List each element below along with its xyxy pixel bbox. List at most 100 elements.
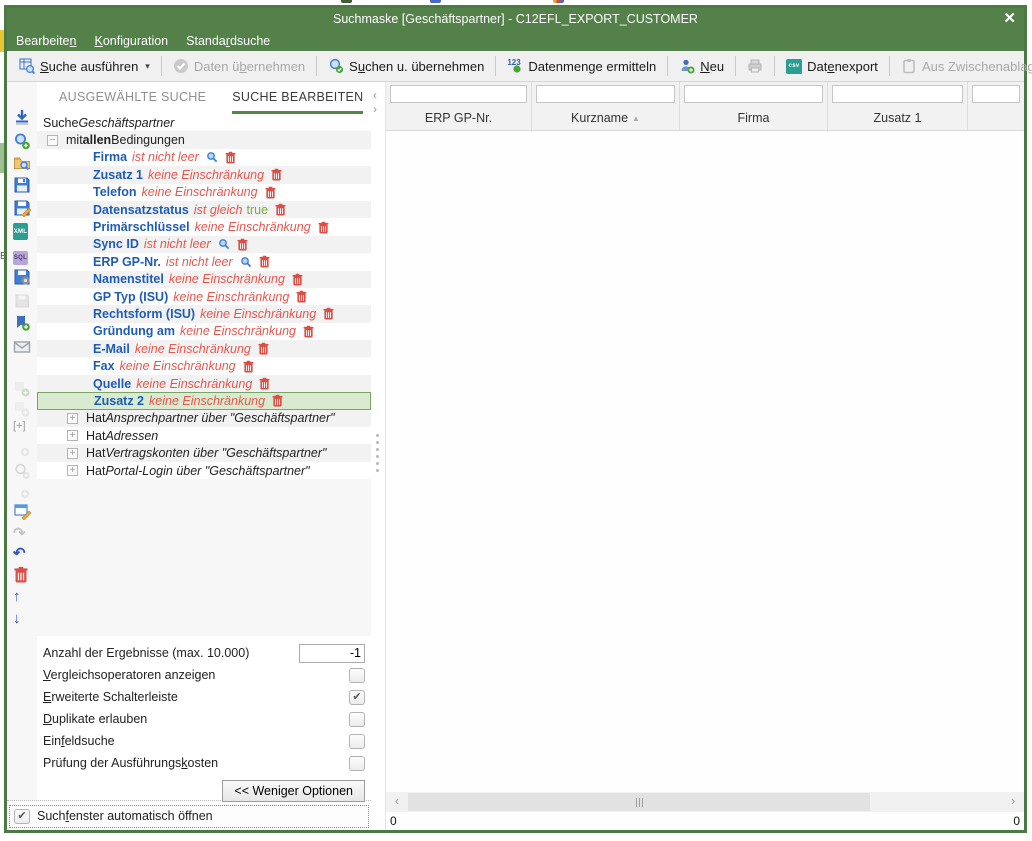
- expand-icon[interactable]: +: [67, 430, 78, 441]
- option-execution-cost-check[interactable]: Prüfung der Ausführungskosten: [43, 752, 365, 774]
- magnifier-icon[interactable]: [218, 238, 230, 250]
- add-circle2-icon[interactable]: [13, 484, 31, 502]
- checkbox-compare-operators[interactable]: [349, 668, 365, 683]
- add-condition-icon[interactable]: [13, 380, 31, 398]
- email-icon[interactable]: [13, 338, 31, 356]
- tree-row-condition[interactable]: Primärschlüsselkeine Einschränkung: [37, 218, 371, 235]
- option-single-field-search[interactable]: Einfeldsuche: [43, 730, 365, 752]
- delete-icon[interactable]: [296, 290, 307, 303]
- scroll-right-icon[interactable]: ›: [1002, 792, 1024, 812]
- filter-input-extra[interactable]: [972, 85, 1020, 103]
- magnifier-icon[interactable]: [240, 256, 252, 268]
- sql-icon[interactable]: SQL: [13, 248, 31, 266]
- scroll-left-icon[interactable]: ‹: [386, 792, 408, 812]
- move-down-icon[interactable]: ↓: [13, 610, 31, 628]
- panel-splitter[interactable]: ‹ ›: [371, 82, 385, 830]
- option-allow-duplicates[interactable]: Duplikate erlauben: [43, 708, 365, 730]
- checkbox-single-field-search[interactable]: [349, 734, 365, 749]
- tree-row-condition[interactable]: Datensatzstatusist gleichtrue: [37, 201, 371, 218]
- search-and-take-button[interactable]: Suchen u. übernehmen: [320, 55, 492, 77]
- tree-row-link[interactable]: + Hat Adressen: [37, 427, 371, 444]
- tree-row-link[interactable]: + Hat Ansprechpartner über "Geschäftspar…: [37, 410, 371, 427]
- checkbox-allow-duplicates[interactable]: [349, 712, 365, 727]
- tree-row-condition[interactable]: Zusatz 1keine Einschränkung: [37, 166, 371, 183]
- tree-row-condition[interactable]: Faxkeine Einschränkung: [37, 357, 371, 374]
- edit-condition-icon[interactable]: [13, 502, 31, 520]
- tree-row-root[interactable]: Suche Geschäftspartner: [37, 114, 371, 131]
- expand-icon[interactable]: +: [67, 465, 78, 476]
- title-bar[interactable]: Suchmaske [Geschäftspartner] - C12EFL_EX…: [7, 8, 1024, 30]
- menu-bearbeiten[interactable]: Bearbeiten: [16, 34, 76, 48]
- new-button[interactable]: Neu: [671, 55, 732, 77]
- auto-open-option[interactable]: ✔ Suchfenster automatisch öffnen: [9, 805, 369, 828]
- delete-icon[interactable]: [303, 325, 314, 338]
- tree-row-condition[interactable]: Gründung amkeine Einschränkung: [37, 323, 371, 340]
- save-search-icon[interactable]: [13, 176, 31, 194]
- tab-suche-bearbeiten[interactable]: SUCHE BEARBEITEN: [232, 90, 363, 114]
- redo-icon[interactable]: ↷: [13, 524, 31, 542]
- save-disabled-icon[interactable]: [13, 292, 31, 310]
- add-subsearch-icon[interactable]: [13, 462, 31, 480]
- menu-konfiguration[interactable]: Konfiguration: [94, 34, 168, 48]
- filter-input-kurzname[interactable]: [536, 85, 675, 103]
- print-button[interactable]: [739, 55, 771, 77]
- delete-icon[interactable]: [225, 151, 236, 164]
- bookmark-add-icon[interactable]: [13, 314, 31, 332]
- tree-row-condition[interactable]: Namenstitelkeine Einschränkung: [37, 271, 371, 288]
- delete-icon[interactable]: [237, 238, 248, 251]
- delete-icon[interactable]: [292, 273, 303, 286]
- less-options-button[interactable]: << Weniger Optionen: [222, 780, 365, 802]
- save-as-icon[interactable]: [13, 199, 31, 217]
- column-header-kurzname[interactable]: Kurzname▲: [532, 108, 680, 130]
- grid-body-empty[interactable]: [386, 131, 1024, 792]
- tree-row-condition[interactable]: Sync IDist nicht leer: [37, 236, 371, 253]
- max-results-input[interactable]: [299, 644, 365, 663]
- filter-input-erp-gp-nr[interactable]: [390, 85, 527, 103]
- tree-row-link[interactable]: + Hat Portal-Login über "Geschäftspartne…: [37, 462, 371, 479]
- new-search-icon[interactable]: [13, 132, 31, 150]
- tree-row-condition[interactable]: Rechtsform (ISU)keine Einschränkung: [37, 305, 371, 322]
- delete-icon[interactable]: [318, 221, 329, 234]
- delete-row-icon[interactable]: [13, 566, 31, 584]
- xml-export-icon[interactable]: XML: [13, 222, 31, 240]
- delete-icon[interactable]: [259, 255, 270, 268]
- execute-search-button[interactable]: Suche ausführen ▾: [11, 55, 158, 77]
- delete-icon[interactable]: [259, 377, 270, 390]
- tree-row-condition[interactable]: ERP GP-Nr.ist nicht leer: [37, 253, 371, 270]
- collapse-right-icon[interactable]: ›: [373, 104, 377, 114]
- collapse-left-icon[interactable]: ‹: [373, 90, 377, 100]
- tree-row-condition[interactable]: Firmaist nicht leer: [37, 149, 371, 166]
- open-search-icon[interactable]: [13, 154, 31, 172]
- scrollbar-thumb[interactable]: [408, 793, 870, 811]
- move-up-icon[interactable]: ↑: [13, 588, 31, 606]
- take-over-data-button[interactable]: Daten übernehmen: [165, 55, 313, 77]
- save-settings-icon[interactable]: [13, 268, 31, 286]
- dropdown-caret-icon[interactable]: ▾: [145, 61, 150, 72]
- tree-row-group[interactable]: − mit allen Bedingungen: [37, 131, 371, 148]
- expand-icon[interactable]: +: [67, 448, 78, 459]
- horizontal-scrollbar[interactable]: ‹ ›: [386, 792, 1024, 812]
- close-icon[interactable]: ✕: [1003, 9, 1016, 29]
- column-header-firma[interactable]: Firma: [680, 108, 828, 130]
- option-extended-switchbar[interactable]: Erweiterte Schalterleiste ✔: [43, 686, 365, 708]
- tree-row-condition[interactable]: Telefonkeine Einschränkung: [37, 184, 371, 201]
- tab-ausgewaehlte-suche[interactable]: AUSGEWÄHLTE SUCHE: [59, 90, 206, 114]
- add-group-icon[interactable]: [13, 400, 31, 418]
- paste-clipboard-button[interactable]: Aus Zwischenablage einfügen: [893, 55, 1032, 77]
- menu-standardsuche[interactable]: Standardsuche: [186, 34, 270, 48]
- add-circle-icon[interactable]: [13, 442, 31, 460]
- column-header-extra[interactable]: [968, 108, 1024, 130]
- undo-icon[interactable]: ↶: [13, 544, 31, 562]
- delete-icon[interactable]: [258, 342, 269, 355]
- checkbox-extended-switchbar[interactable]: ✔: [349, 690, 365, 705]
- column-header-zusatz1[interactable]: Zusatz 1: [828, 108, 968, 130]
- magnifier-icon[interactable]: [206, 151, 218, 163]
- count-results-button[interactable]: 123 Datenmenge ermitteln: [499, 55, 664, 77]
- filter-input-zusatz1[interactable]: [832, 85, 963, 103]
- column-header-erp-gp-nr[interactable]: ERP GP-Nr.: [386, 108, 532, 130]
- delete-icon[interactable]: [275, 203, 286, 216]
- filter-input-firma[interactable]: [684, 85, 823, 103]
- tree-row-condition-selected[interactable]: Zusatz 2keine Einschränkung: [37, 392, 371, 409]
- tree-row-condition[interactable]: GP Typ (ISU)keine Einschränkung: [37, 288, 371, 305]
- delete-icon[interactable]: [271, 168, 282, 181]
